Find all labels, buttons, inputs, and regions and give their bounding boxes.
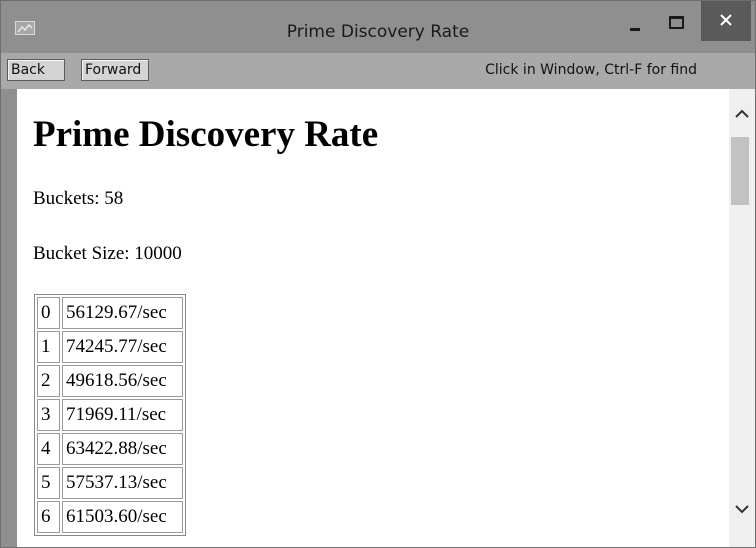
bucket-rate: 57537.13/sec [62, 467, 183, 499]
title-bar[interactable]: Prime Discovery Rate [1, 1, 755, 53]
bucket-rate: 71969.11/sec [62, 399, 183, 431]
minimize-icon [630, 28, 640, 31]
bucket-rate: 63422.88/sec [62, 433, 183, 465]
close-icon [720, 14, 732, 26]
bucket-rate: 74245.77/sec [62, 331, 183, 363]
minimize-button[interactable] [619, 11, 651, 37]
scroll-up-button[interactable] [729, 89, 755, 135]
table-row: 3 71969.11/sec [37, 399, 183, 431]
back-button[interactable]: Back [7, 59, 65, 81]
find-hint: Click in Window, Ctrl-F for find [485, 62, 697, 78]
browser-window: Prime Discovery Rate Back Forward Click … [0, 0, 756, 548]
bucket-rate: 49618.56/sec [62, 365, 183, 397]
table-row: 6 61503.60/sec [37, 501, 183, 533]
bucket-index: 6 [37, 501, 60, 533]
scroll-down-button[interactable] [729, 497, 755, 537]
content-frame: Prime Discovery Rate Buckets: 58 Bucket … [17, 89, 755, 547]
page-title: Prime Discovery Rate [33, 114, 379, 155]
maximize-button[interactable] [661, 13, 691, 37]
bucket-rate: 56129.67/sec [62, 297, 183, 329]
toolbar: Back Forward Click in Window, Ctrl-F for… [1, 53, 755, 89]
bucket-index: 4 [37, 433, 60, 465]
close-button[interactable] [701, 1, 751, 41]
table-row: 2 49618.56/sec [37, 365, 183, 397]
bucket-index: 2 [37, 365, 60, 397]
table-row: 0 56129.67/sec [37, 297, 183, 329]
maximize-icon [669, 16, 684, 29]
chevron-down-icon [735, 505, 749, 514]
rates-table: 0 56129.67/sec 1 74245.77/sec 2 49618.56… [34, 294, 186, 536]
bucket-index: 5 [37, 467, 60, 499]
forward-button[interactable]: Forward [81, 59, 149, 81]
scroll-thumb[interactable] [731, 137, 749, 205]
buckets-count: Buckets: 58 [33, 188, 124, 209]
bucket-index: 0 [37, 297, 60, 329]
document-content[interactable]: Prime Discovery Rate Buckets: 58 Bucket … [17, 89, 729, 547]
vertical-scrollbar[interactable] [729, 89, 755, 547]
table-row: 4 63422.88/sec [37, 433, 183, 465]
bucket-size: Bucket Size: 10000 [33, 243, 182, 264]
bucket-index: 1 [37, 331, 60, 363]
bucket-rate: 61503.60/sec [62, 501, 183, 533]
bucket-index: 3 [37, 399, 60, 431]
table-row: 5 57537.13/sec [37, 467, 183, 499]
table-row: 1 74245.77/sec [37, 331, 183, 363]
chevron-up-icon [735, 109, 749, 118]
